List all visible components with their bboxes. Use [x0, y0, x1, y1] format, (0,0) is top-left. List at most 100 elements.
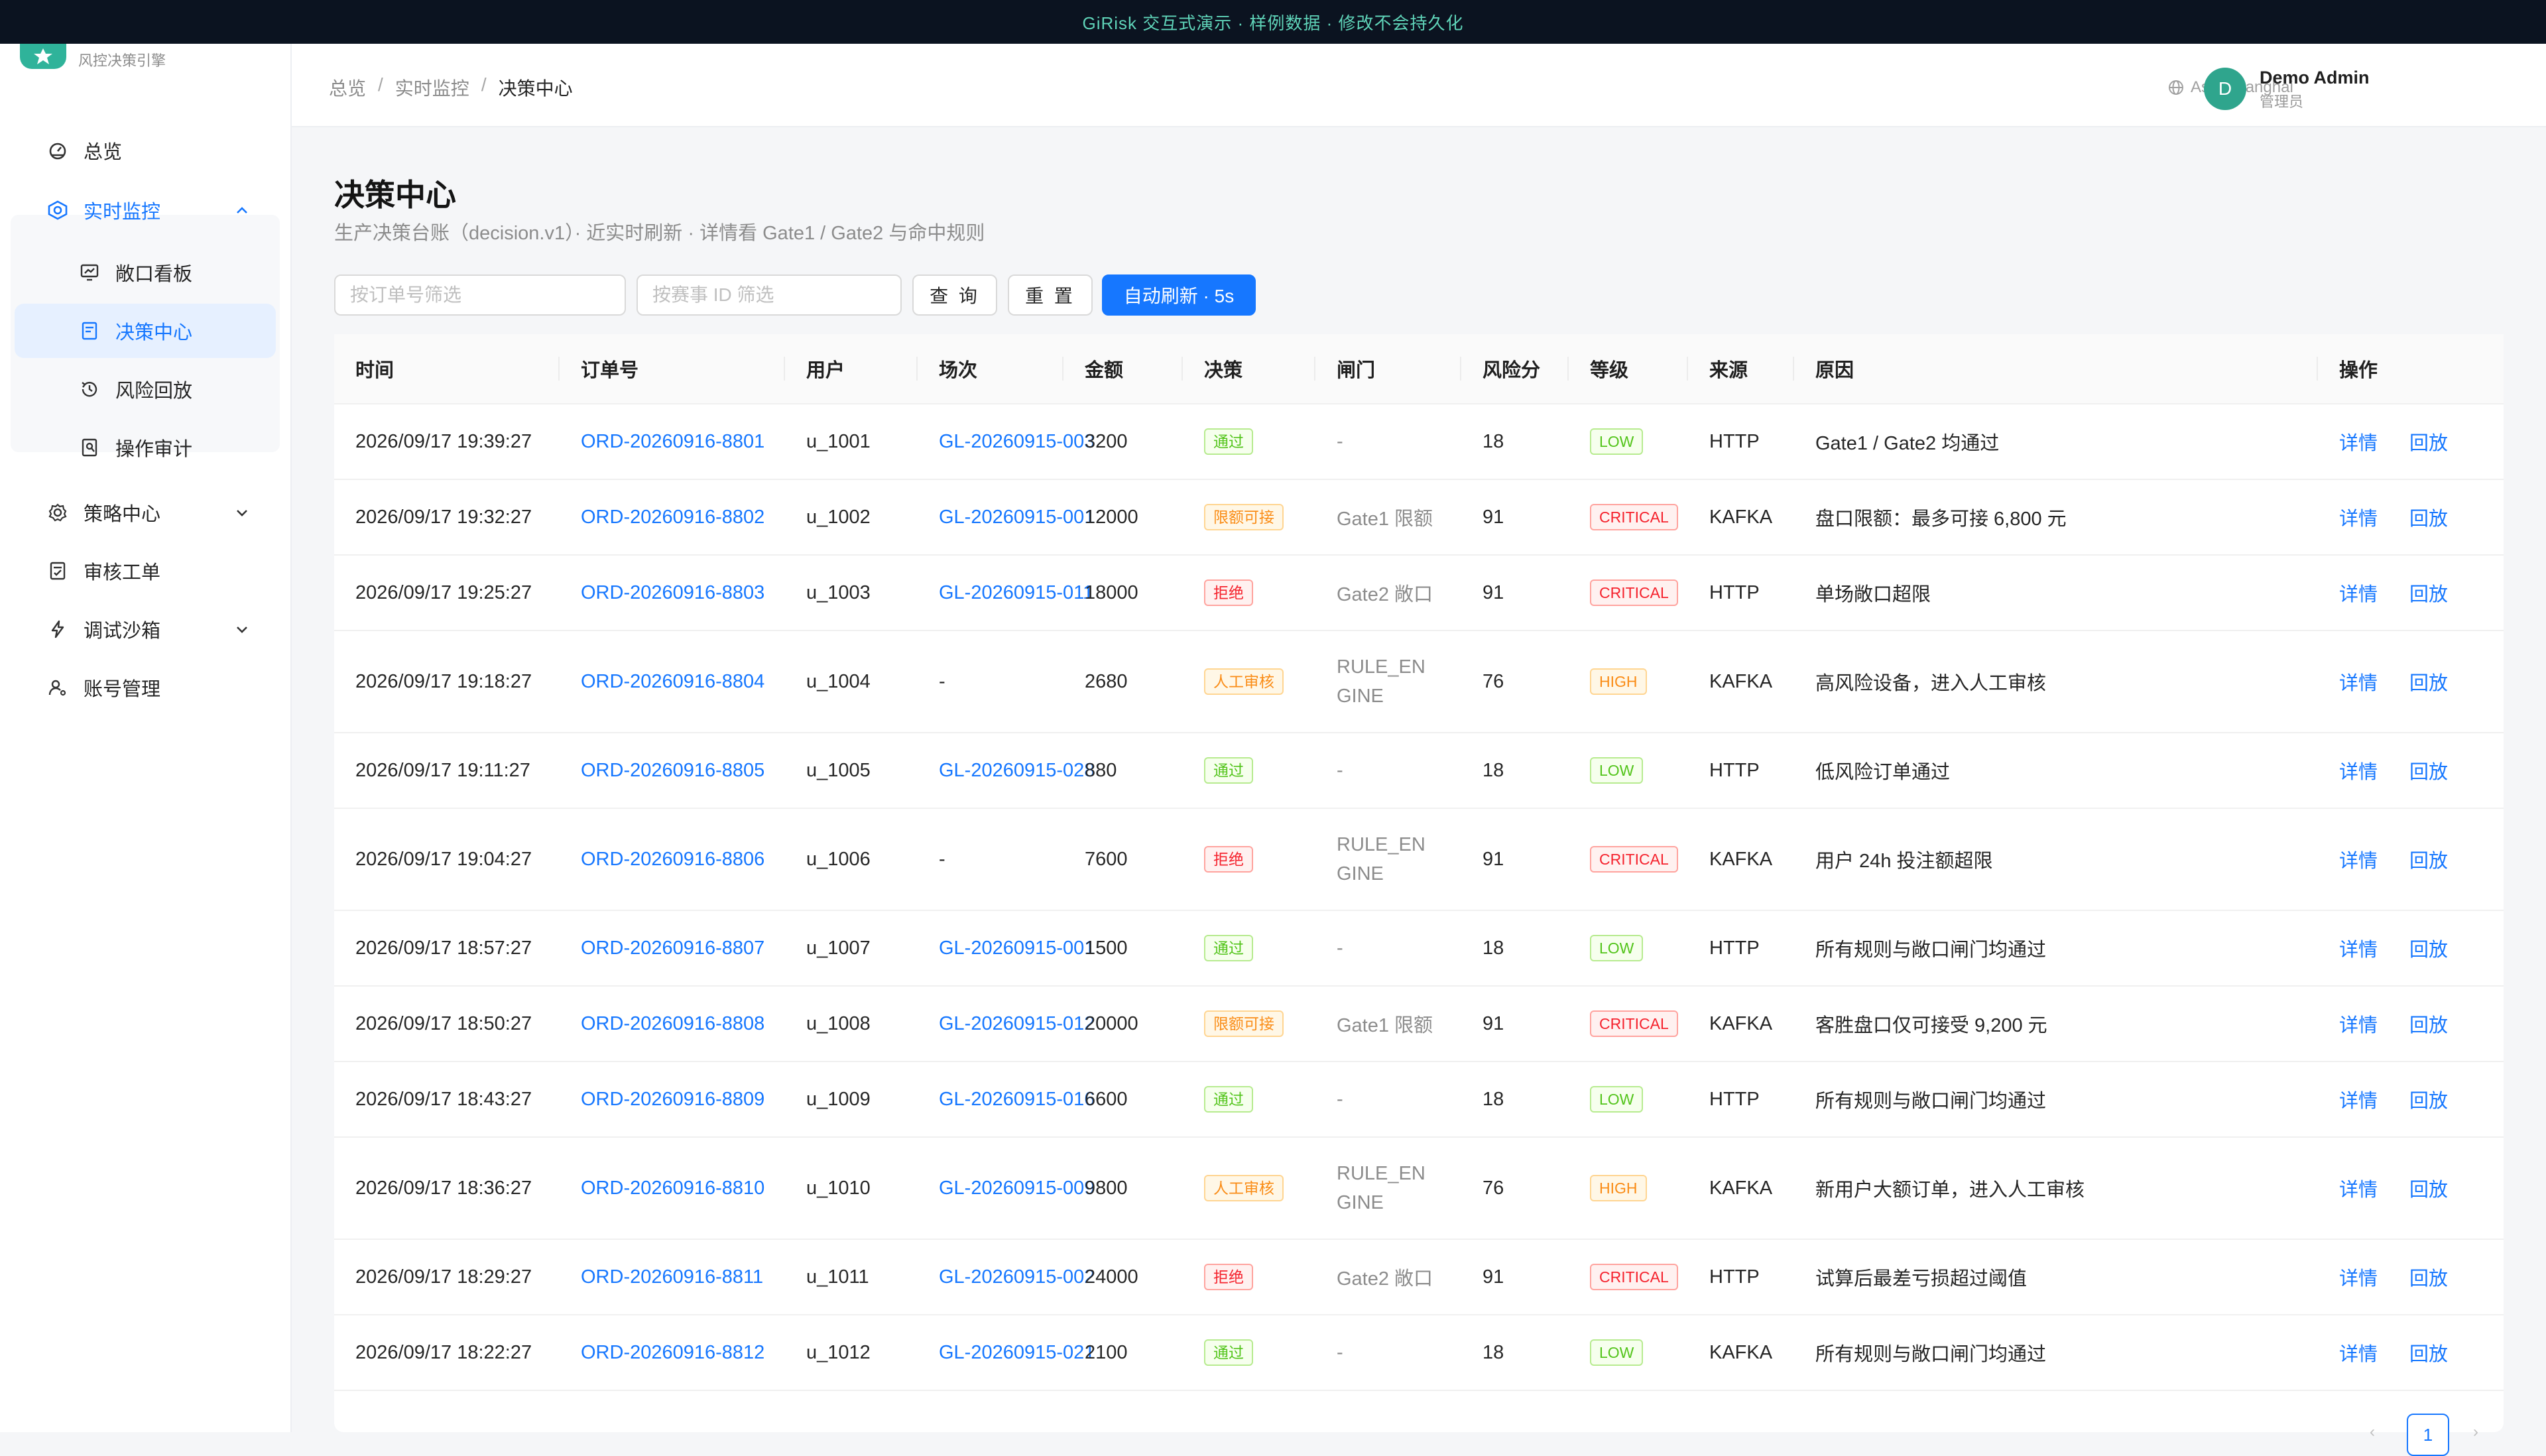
- event-filter-input[interactable]: [636, 274, 902, 316]
- auto-refresh-button[interactable]: 自动刷新 · 5s: [1102, 274, 1256, 316]
- cell-actions: 详情 回放: [2318, 404, 2504, 480]
- cell-source: HTTP: [1688, 404, 1794, 480]
- event-link[interactable]: GL-20260915-001: [918, 910, 1095, 987]
- order-link[interactable]: ORD-20260916-8808: [560, 986, 785, 1062]
- detail-link[interactable]: 详情: [2339, 851, 2378, 872]
- sidebar-item-exposure-board[interactable]: 敞口看板: [15, 245, 276, 300]
- replay-link[interactable]: 回放: [2409, 762, 2448, 783]
- order-link[interactable]: ORD-20260916-8807: [560, 910, 785, 987]
- table-row: 2026/09/17 19:18:27 ORD-20260916-8804 u_10…: [334, 631, 2504, 733]
- column-header-score[interactable]: 风险分: [1461, 334, 1569, 404]
- detail-link[interactable]: 详情: [2339, 584, 2378, 605]
- order-link[interactable]: ORD-20260916-8811: [560, 1239, 785, 1315]
- cell-amount: 2680: [1063, 631, 1183, 733]
- replay-link[interactable]: 回放: [2409, 940, 2448, 961]
- column-header-order[interactable]: 订单号: [560, 334, 785, 404]
- detail-link[interactable]: 详情: [2339, 762, 2378, 783]
- sidebar-item-debug-sandbox[interactable]: 调试沙箱: [15, 602, 276, 656]
- cell-actions: 详情 回放: [2318, 808, 2504, 911]
- decision-table: 时间 订单号 用户 场次 金额 决策 闸门 风险分 等级 来源 原因 操作 20…: [334, 334, 2504, 1391]
- sidebar-item-realtime-monitor[interactable]: 实时监控: [15, 183, 276, 237]
- column-header-event[interactable]: 场次: [918, 334, 1063, 404]
- event-link[interactable]: GL-20260915-021: [918, 1315, 1095, 1391]
- event-link[interactable]: GL-20260915-002: [918, 1239, 1095, 1315]
- column-header-gate[interactable]: 闸门: [1315, 334, 1461, 404]
- order-filter-input[interactable]: [334, 274, 626, 316]
- level-tag: LOW: [1590, 1086, 1644, 1113]
- dashboard-icon: [46, 139, 69, 162]
- detail-link[interactable]: 详情: [2339, 1091, 2378, 1112]
- order-link[interactable]: ORD-20260916-8804: [560, 631, 785, 733]
- column-header-amount[interactable]: 金额: [1063, 334, 1183, 404]
- detail-link[interactable]: 详情: [2339, 940, 2378, 961]
- detail-link[interactable]: 详情: [2339, 1180, 2378, 1201]
- replay-link[interactable]: 回放: [2409, 509, 2448, 530]
- sidebar-item-overview[interactable]: 总览: [15, 123, 276, 178]
- order-link[interactable]: ORD-20260916-8801: [560, 404, 785, 480]
- replay-link[interactable]: 回放: [2409, 673, 2448, 694]
- detail-link[interactable]: 详情: [2339, 1015, 2378, 1036]
- order-link[interactable]: ORD-20260916-8812: [560, 1315, 785, 1391]
- column-header-decision[interactable]: 决策: [1183, 334, 1315, 404]
- replay-link[interactable]: 回放: [2409, 1268, 2448, 1290]
- replay-link[interactable]: 回放: [2409, 1015, 2448, 1036]
- sidebar-item-decision-center[interactable]: 决策中心: [15, 304, 276, 358]
- cell-source: HTTP: [1688, 1239, 1794, 1315]
- table-row: 2026/09/17 19:25:27 ORD-20260916-8803 u_10…: [334, 555, 2504, 631]
- detail-link[interactable]: 详情: [2339, 1344, 2378, 1365]
- replay-link[interactable]: 回放: [2409, 1180, 2448, 1201]
- cell-level: CRITICAL: [1569, 1239, 1688, 1315]
- sidebar-item-account-management[interactable]: 账号管理: [15, 660, 276, 715]
- replay-link[interactable]: 回放: [2409, 1344, 2448, 1365]
- sidebar-item-risk-replay[interactable]: 风险回放: [15, 362, 276, 416]
- replay-link[interactable]: 回放: [2409, 1091, 2448, 1112]
- cell-time: 2026/09/17 19:18:27: [334, 631, 560, 733]
- cell-decision: 拒绝: [1183, 1239, 1315, 1315]
- cell-user: u_1010: [785, 1137, 918, 1240]
- avatar[interactable]: D: [2204, 68, 2246, 110]
- cell-level: CRITICAL: [1569, 808, 1688, 911]
- event-link[interactable]: GL-20260915-016: [918, 1062, 1095, 1138]
- order-link[interactable]: ORD-20260916-8810: [560, 1137, 785, 1240]
- cell-reason: 所有规则与敞口闸门均通过: [1794, 910, 2318, 987]
- event-link[interactable]: GL-20260915-011: [918, 555, 1093, 631]
- column-header-user[interactable]: 用户: [785, 334, 918, 404]
- event-link[interactable]: GL-20260915-012: [918, 986, 1095, 1062]
- reset-button[interactable]: 重 置: [1008, 274, 1093, 316]
- event-link[interactable]: GL-20260915-003: [918, 404, 1095, 480]
- cell-reason: 新用户大额订单，进入人工审核: [1794, 1137, 2318, 1240]
- query-button[interactable]: 查 询: [912, 274, 997, 316]
- event-link[interactable]: GL-20260915-009: [918, 1137, 1095, 1240]
- cell-source: KAFKA: [1688, 1315, 1794, 1391]
- event-link[interactable]: GL-20260915-028: [918, 733, 1095, 809]
- sidebar-item-label: 调试沙箱: [84, 621, 161, 642]
- column-header-reason[interactable]: 原因: [1794, 334, 2318, 404]
- table-header-row: 时间 订单号 用户 场次 金额 决策 闸门 风险分 等级 来源 原因 操作: [334, 334, 2504, 404]
- sidebar-item-operation-audit[interactable]: 操作审计: [15, 420, 276, 475]
- column-header-time[interactable]: 时间: [334, 334, 560, 404]
- page-number-current[interactable]: 1: [2407, 1414, 2449, 1456]
- cell-score: 18: [1461, 404, 1569, 480]
- order-link[interactable]: ORD-20260916-8806: [560, 808, 785, 911]
- detail-link[interactable]: 详情: [2339, 509, 2378, 530]
- order-link[interactable]: ORD-20260916-8802: [560, 479, 785, 556]
- breadcrumb-item[interactable]: 总览: [329, 74, 366, 101]
- order-link[interactable]: ORD-20260916-8803: [560, 555, 785, 631]
- replay-link[interactable]: 回放: [2409, 433, 2448, 454]
- breadcrumb-item[interactable]: 实时监控: [395, 74, 469, 101]
- detail-link[interactable]: 详情: [2339, 433, 2378, 454]
- replay-link[interactable]: 回放: [2409, 851, 2448, 872]
- order-link[interactable]: ORD-20260916-8809: [560, 1062, 785, 1138]
- detail-link[interactable]: 详情: [2339, 673, 2378, 694]
- column-header-level[interactable]: 等级: [1569, 334, 1688, 404]
- next-page-icon[interactable]: ›: [2473, 1423, 2478, 1441]
- replay-link[interactable]: 回放: [2409, 584, 2448, 605]
- sidebar-item-strategy-center[interactable]: 策略中心: [15, 485, 276, 540]
- column-header-source[interactable]: 来源: [1688, 334, 1794, 404]
- prev-page-icon[interactable]: ‹: [2370, 1423, 2375, 1441]
- order-link[interactable]: ORD-20260916-8805: [560, 733, 785, 809]
- history-icon: [78, 378, 101, 400]
- detail-link[interactable]: 详情: [2339, 1268, 2378, 1290]
- event-link[interactable]: GL-20260915-001: [918, 479, 1095, 556]
- sidebar-item-review-tickets[interactable]: 审核工单: [15, 544, 276, 598]
